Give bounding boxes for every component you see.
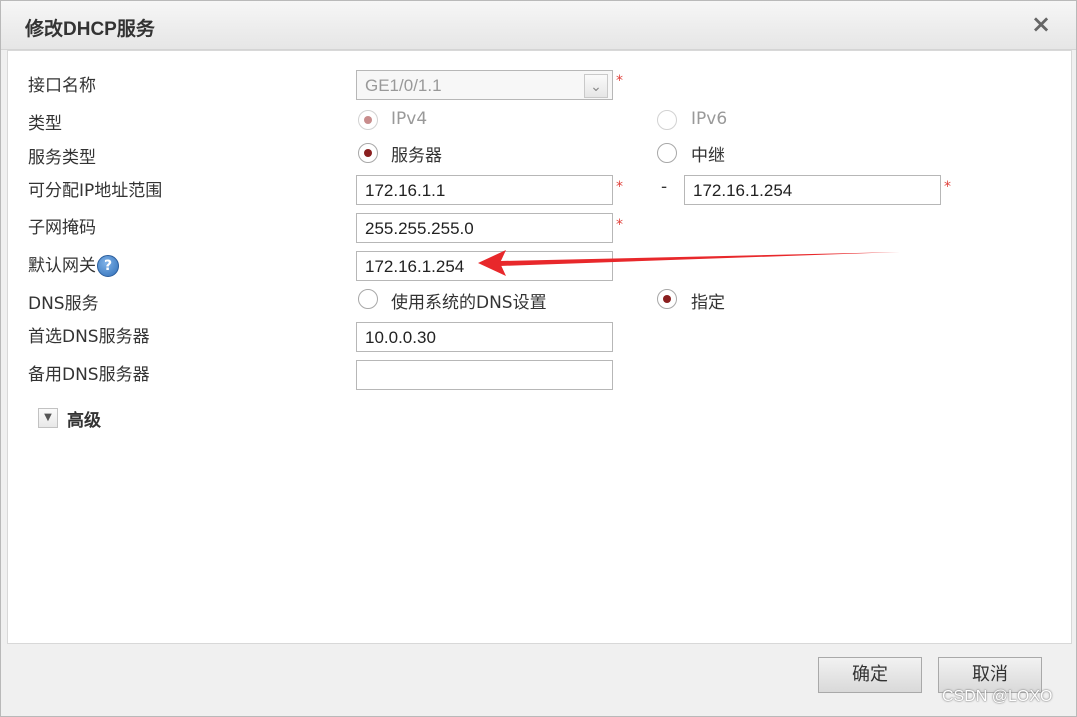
expand-advanced-icon[interactable]: ▼ — [38, 408, 58, 428]
subnet-mask-label: 子网掩码 — [28, 218, 96, 238]
radio-ipv6-label: IPv6 — [691, 109, 728, 129]
service-type-label: 服务类型 — [28, 148, 96, 168]
ip-range-end-input[interactable]: 172.16.1.254 — [684, 175, 941, 205]
radio-relay[interactable] — [657, 143, 677, 163]
ip-range-start-input[interactable]: 172.16.1.1 — [356, 175, 613, 205]
radio-server[interactable] — [358, 143, 378, 163]
subnet-mask-input[interactable]: 255.255.255.0 — [356, 213, 613, 243]
radio-system-dns-label[interactable]: 使用系统的DNS设置 — [391, 288, 547, 313]
form-panel: 接口名称 GE1/0/1.1 ⌄ * 类型 IPv4 IPv6 服务类型 服务器… — [7, 50, 1072, 644]
radio-server-label[interactable]: 服务器 — [391, 141, 442, 166]
help-icon[interactable]: ? — [97, 255, 119, 277]
radio-ipv4 — [358, 110, 378, 130]
required-marker: * — [616, 179, 623, 195]
radio-ipv4-label: IPv4 — [391, 109, 428, 129]
gateway-label: 默认网关 — [28, 256, 96, 276]
required-marker: * — [616, 217, 623, 233]
radio-specified-dns[interactable] — [657, 289, 677, 309]
gateway-input[interactable]: 172.16.1.254 — [356, 251, 613, 281]
interface-select: GE1/0/1.1 ⌄ — [356, 70, 613, 100]
required-marker: * — [616, 73, 623, 89]
primary-dns-label: 首选DNS服务器 — [28, 327, 150, 347]
chevron-down-icon: ⌄ — [584, 74, 608, 98]
gateway-label-row: 默认网关? — [28, 251, 119, 277]
radio-system-dns[interactable] — [358, 289, 378, 309]
secondary-dns-label: 备用DNS服务器 — [28, 365, 150, 385]
dns-service-label: DNS服务 — [28, 294, 99, 314]
dialog-titlebar: 修改DHCP服务 × — [1, 1, 1076, 50]
radio-ipv6 — [657, 110, 677, 130]
interface-label: 接口名称 — [28, 76, 96, 96]
modify-dhcp-dialog: 修改DHCP服务 × 接口名称 GE1/0/1.1 ⌄ * 类型 IPv4 IP… — [0, 0, 1077, 717]
radio-specified-dns-label[interactable]: 指定 — [691, 288, 725, 313]
required-marker: * — [944, 179, 951, 195]
advanced-section-label[interactable]: 高级 — [67, 406, 101, 431]
range-separator: - — [661, 177, 668, 197]
type-label: 类型 — [28, 114, 62, 134]
ok-button[interactable]: 确定 — [818, 657, 922, 693]
primary-dns-input[interactable]: 10.0.0.30 — [356, 322, 613, 352]
dialog-title: 修改DHCP服务 — [25, 19, 155, 40]
secondary-dns-input[interactable] — [356, 360, 613, 390]
ip-range-label: 可分配IP地址范围 — [28, 181, 163, 201]
close-icon[interactable]: × — [1027, 9, 1055, 39]
radio-relay-label[interactable]: 中继 — [691, 141, 725, 166]
interface-select-value: GE1/0/1.1 — [365, 76, 442, 95]
watermark: CSDN @LOXO — [942, 688, 1053, 705]
